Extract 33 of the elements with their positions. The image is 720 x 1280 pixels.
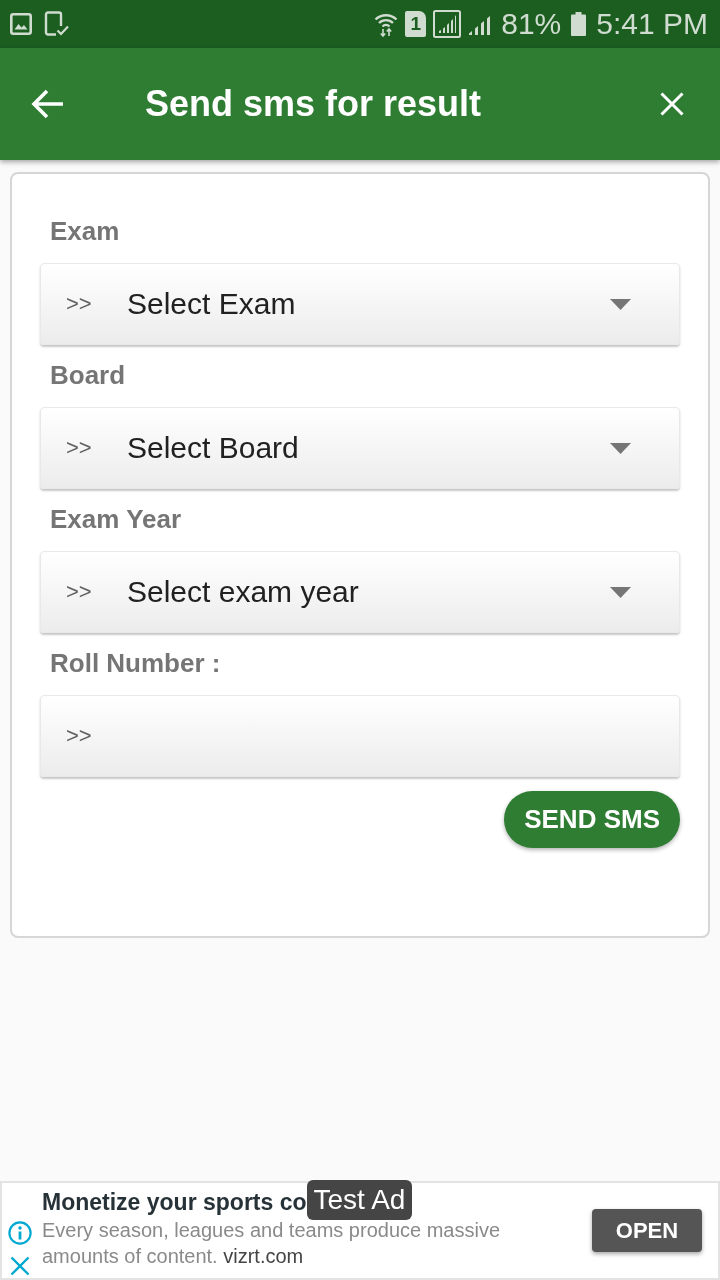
ad-domain-link[interactable]: vizrt.com — [223, 1245, 304, 1267]
sim-badge: 1 — [405, 11, 427, 37]
prefix-text: >> — [66, 578, 93, 606]
close-icon[interactable] — [10, 1256, 30, 1276]
framed-signal-icon — [433, 10, 462, 38]
prefix-text: >> — [66, 290, 93, 318]
dropdown-arrow-icon — [610, 586, 631, 598]
ad-description: Every season, leagues and teams produce massive amounts of content. vizrt.com — [42, 1218, 502, 1269]
back-arrow-icon[interactable] — [31, 89, 65, 119]
field-label: Board — [50, 359, 126, 391]
field-label: Exam — [50, 215, 120, 247]
ad-headline: Monetize your sports co — [42, 1188, 307, 1217]
battery-icon — [571, 12, 587, 36]
dropdown-arrow-icon — [610, 298, 631, 310]
field-label: Exam Year — [50, 503, 182, 535]
dropdown-arrow-icon — [610, 442, 631, 454]
field-label: Roll Number : — [50, 647, 221, 679]
open-button[interactable]: OPEN — [592, 1209, 702, 1252]
screen-title: Send sms for result — [145, 82, 483, 126]
prefix-text: >> — [66, 722, 93, 750]
dropdown[interactable]: >> Select Board — [40, 407, 680, 489]
wifi-icon — [374, 11, 399, 37]
battery-percent: 81% — [501, 7, 562, 41]
prefix-text: >> — [66, 434, 93, 462]
info-icon[interactable] — [8, 1221, 32, 1245]
dropdown[interactable]: >> Select exam year — [40, 551, 680, 633]
send-sms-button[interactable]: SEND SMS — [504, 791, 680, 848]
gallery-icon — [10, 13, 32, 35]
test-ad-label: Test Ad — [306, 1180, 413, 1220]
dropdown[interactable]: >> Select Exam — [40, 263, 680, 345]
phone-check-icon — [44, 11, 70, 37]
clock-time: 5:41 PM — [596, 7, 708, 41]
text-input-field[interactable]: >> — [40, 695, 680, 777]
